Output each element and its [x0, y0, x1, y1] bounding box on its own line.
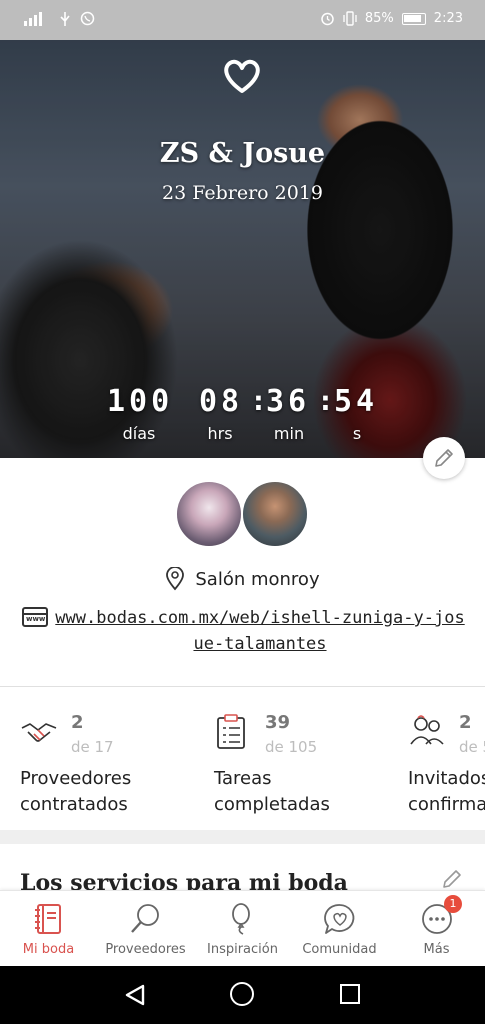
battery-icon: [401, 12, 426, 25]
clock: 2:23: [433, 11, 463, 26]
balloon-icon: [232, 903, 250, 935]
avatar[interactable]: [241, 480, 309, 548]
stat-label-line: Tareas: [214, 768, 272, 789]
pencil-icon: [443, 870, 461, 888]
venue-name: Salón monroy: [195, 568, 320, 590]
bottom-nav: Mi boda Proveedores Inspiración Comunida…: [0, 890, 485, 966]
stats-strip[interactable]: 2 de 17 Proveedores contratados 39 de 10…: [0, 688, 485, 830]
heart-logo-icon: [224, 59, 260, 93]
stat-label: Proveedores contratados: [20, 766, 131, 818]
hero-cover: ZS & Josue 23 Febrero 2019 100 08 : 36 :…: [0, 40, 485, 458]
search-icon: [131, 904, 159, 933]
stat-label-line: completadas: [214, 794, 330, 815]
status-left-icons: [24, 11, 95, 26]
couple-name: ZS & Josue: [159, 138, 326, 169]
system-nav-bar: [0, 966, 485, 1024]
status-bar: 85% 2:23: [0, 0, 485, 40]
signal-icon: [24, 11, 42, 26]
countdown-separator: :: [317, 384, 334, 417]
handshake-icon: [21, 723, 57, 742]
stat-total: de 105: [265, 738, 318, 756]
usb-icon: [60, 11, 70, 26]
pencil-icon: [435, 449, 453, 467]
nav-label: Proveedores: [105, 942, 186, 957]
countdown-hours-label: hrs: [207, 424, 233, 443]
stat-label-line: Proveedores: [20, 768, 132, 789]
couple-avatars[interactable]: [175, 480, 315, 548]
stat-count: 39: [265, 712, 291, 733]
notebook-icon: [35, 904, 61, 934]
nav-comunidad[interactable]: Comunidad: [291, 891, 388, 967]
venue-row: Salón monroy: [0, 567, 485, 591]
wedding-website-link[interactable]: www.bodas.com.mx/web/ishell-zuniga-y-jos…: [55, 605, 465, 657]
web-icon: [22, 607, 48, 627]
stat-label: Invitados confirma: [408, 766, 485, 818]
nav-mi-boda[interactable]: Mi boda: [0, 891, 97, 967]
home-icon[interactable]: [230, 982, 254, 1006]
countdown-minutes-label: min: [273, 424, 305, 443]
avatar[interactable]: [175, 480, 243, 548]
stat-label-line: contratados: [20, 794, 128, 815]
countdown-days: 100: [107, 384, 174, 419]
stat-total: de 17: [71, 738, 114, 756]
edit-cover-button[interactable]: [423, 437, 465, 479]
nav-label: Mi boda: [22, 942, 75, 957]
stat-label-line: confirma: [408, 794, 485, 815]
back-icon[interactable]: [124, 983, 146, 1007]
stat-count: 2: [71, 712, 84, 733]
stat-label-line: Invitados: [408, 768, 485, 789]
countdown-seconds: 54: [334, 384, 379, 419]
nav-proveedores[interactable]: Proveedores: [97, 891, 194, 967]
countdown-separator: :: [250, 384, 267, 417]
countdown-seconds-label: s: [352, 424, 362, 443]
location-pin-icon: [166, 567, 185, 591]
battery-percent: 85%: [364, 11, 394, 26]
wedding-date: 23 Febrero 2019: [161, 182, 323, 204]
stat-total: de 5: [459, 738, 485, 756]
status-right-icons: 85% 2:23: [320, 11, 463, 26]
alarm-icon: [321, 12, 334, 26]
nav-inspiracion[interactable]: Inspiración: [194, 891, 291, 967]
stat-count: 2: [459, 712, 472, 733]
countdown-minutes: 36: [266, 384, 311, 419]
nav-mas[interactable]: 1 Más: [388, 891, 485, 967]
recent-apps-icon[interactable]: [340, 984, 360, 1004]
countdown-days-label: días: [122, 424, 156, 443]
nav-label: Más: [423, 942, 450, 957]
vibrate-icon: [343, 11, 357, 26]
countdown: 100 08 : 36 : 54 días hrs min s: [0, 384, 485, 448]
clipboard-icon: [217, 714, 245, 749]
guests-icon: [410, 715, 444, 745]
divider: [0, 686, 485, 687]
nav-label: Inspiración: [207, 942, 278, 957]
countdown-hours: 08: [199, 384, 244, 419]
stat-label: Tareas completadas: [214, 766, 330, 818]
whatsapp-icon: [80, 11, 95, 26]
nav-label: Comunidad: [302, 942, 377, 957]
section-gap: [0, 830, 485, 844]
chat-heart-icon: [324, 904, 355, 934]
notification-badge: 1: [444, 895, 462, 913]
